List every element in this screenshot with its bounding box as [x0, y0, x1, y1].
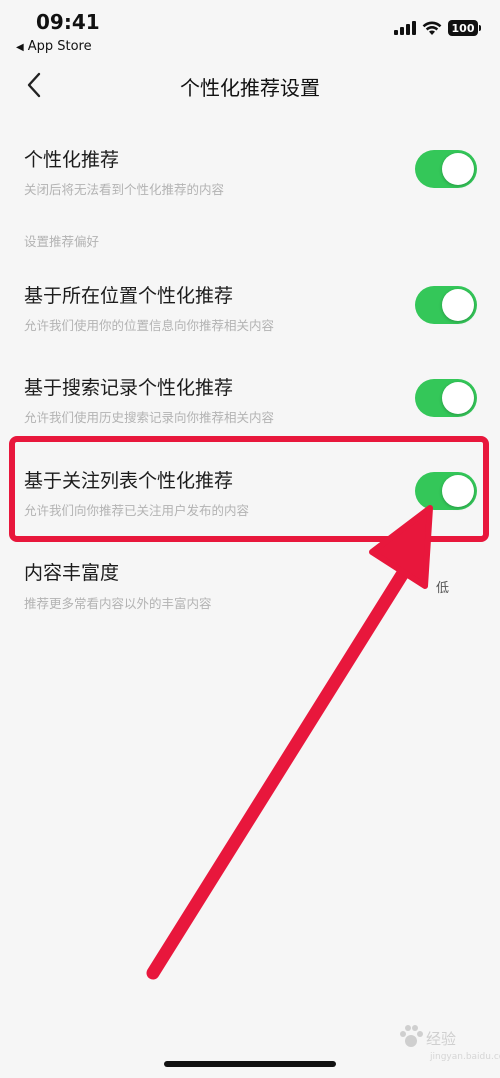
toggle-knob: [442, 289, 474, 321]
watermark: 经验 jingyan.baidu.com: [396, 1022, 500, 1072]
page-title: 个性化推荐设置: [180, 76, 320, 100]
search-history-toggle[interactable]: [415, 379, 477, 417]
location-toggle[interactable]: [415, 286, 477, 324]
watermark-text: 经验: [426, 1030, 457, 1048]
section-label: 设置推荐偏好: [24, 234, 100, 249]
back-app-label: App Store: [27, 39, 92, 54]
watermark-url: jingyan.baidu.com: [430, 1052, 500, 1062]
setting-description: 推荐更多常看内容以外的丰富内容: [24, 596, 212, 611]
battery-level: 100: [451, 21, 475, 35]
setting-row-location: 基于所在位置个性化推荐 允许我们使用你的位置信息向你推荐相关内容: [0, 266, 500, 346]
setting-description: 允许我们使用历史搜索记录向你推荐相关内容: [24, 410, 275, 425]
status-time: 09:41: [36, 10, 100, 34]
home-indicator: [164, 1061, 336, 1067]
setting-description: 允许我们使用你的位置信息向你推荐相关内容: [24, 318, 275, 333]
paw-logo-icon: [400, 1025, 423, 1047]
back-to-app-store-link[interactable]: ◀ App Store: [16, 39, 92, 54]
status-bar: 09:41 ◀ App Store 100: [0, 0, 500, 60]
back-triangle-icon: ◀: [16, 42, 24, 53]
setting-row-search-history: 基于搜索记录个性化推荐 允许我们使用历史搜索记录向你推荐相关内容: [0, 358, 500, 438]
setting-title: 基于搜索记录个性化推荐: [24, 377, 234, 399]
setting-title: 基于所在位置个性化推荐: [24, 285, 234, 307]
system-icons: 100: [394, 18, 481, 38]
nav-bar: 个性化推荐设置: [0, 60, 500, 108]
toggle-knob: [442, 153, 474, 185]
highlight-box: [9, 436, 489, 542]
setting-title: 个性化推荐: [24, 149, 120, 171]
battery-icon: 100: [448, 20, 481, 36]
wifi-icon: [422, 21, 442, 35]
setting-description: 关闭后将无法看到个性化推荐的内容: [24, 182, 225, 197]
setting-row-personalized: 个性化推荐 关闭后将无法看到个性化推荐的内容: [0, 130, 500, 210]
personalized-toggle[interactable]: [415, 150, 477, 188]
toggle-knob: [442, 382, 474, 414]
cellular-signal-icon: [394, 21, 416, 35]
richness-value[interactable]: 低: [436, 577, 449, 596]
setting-title: 内容丰富度: [24, 562, 120, 584]
setting-row-content-richness[interactable]: 内容丰富度 推荐更多常看内容以外的丰富内容: [0, 545, 500, 625]
